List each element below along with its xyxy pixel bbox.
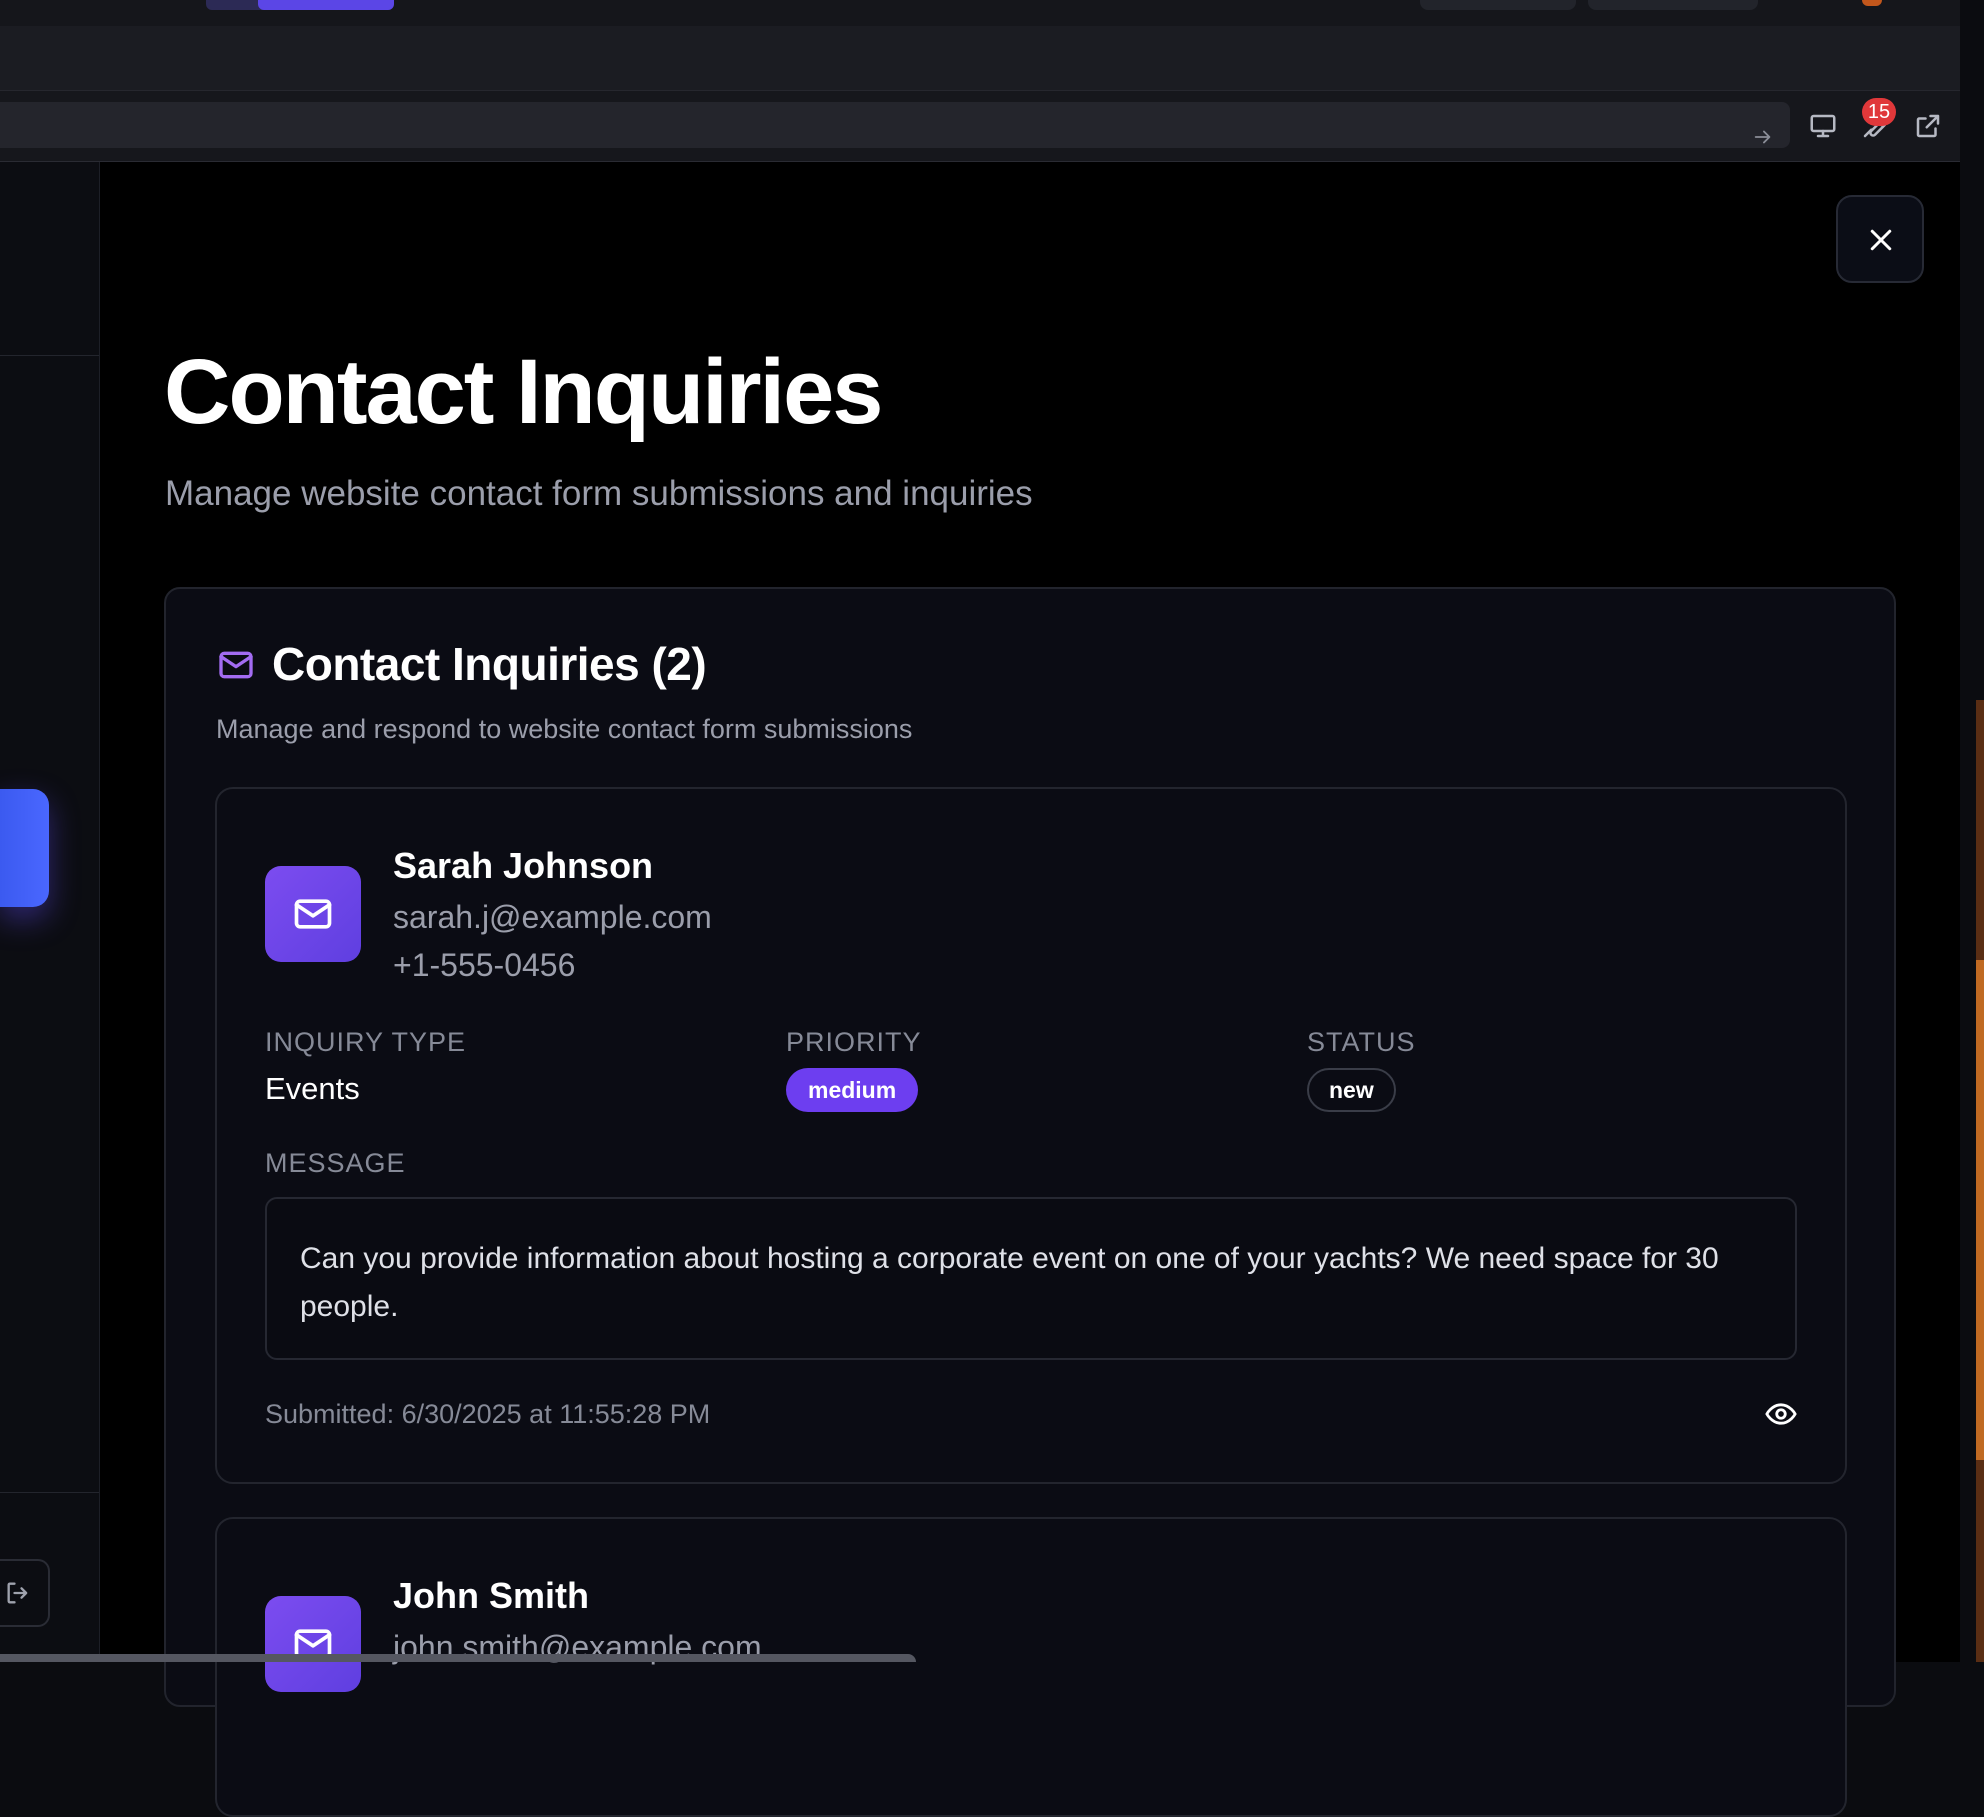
arrow-right-icon[interactable] — [1752, 126, 1774, 148]
status-label: STATUS — [1307, 1027, 1416, 1057]
inquiry-name: Sarah Johnson — [393, 845, 654, 886]
page-subtitle: Manage website contact form submissions … — [165, 474, 1033, 513]
card-subtitle: Manage and respond to website contact fo… — [216, 714, 913, 744]
sidebar-active-item[interactable] — [0, 789, 49, 907]
page-title: Contact Inquiries — [164, 341, 883, 443]
sidebar-divider — [0, 1492, 99, 1493]
inquiry-avatar — [265, 866, 361, 962]
submitted-timestamp: Submitted: 6/30/2025 at 11:55:28 PM — [265, 1399, 711, 1429]
address-bar-row: 15 — [0, 91, 1960, 162]
mail-icon — [294, 899, 332, 929]
inquiries-card: Contact Inquiries (2) Manage and respond… — [164, 587, 1896, 1817]
logout-button[interactable] — [0, 1559, 50, 1627]
status-badge[interactable]: new — [1307, 1068, 1396, 1112]
notification-badge: 15 — [1862, 98, 1896, 126]
external-link-icon[interactable] — [1913, 111, 1943, 141]
close-icon — [1870, 229, 1892, 251]
browser-top-strip — [0, 0, 1984, 26]
message-label: MESSAGE — [265, 1148, 406, 1178]
sidebar — [0, 162, 101, 1662]
browser-tab-active[interactable] — [258, 0, 394, 10]
view-icon[interactable] — [1764, 1397, 1798, 1431]
priority-badge: medium — [786, 1068, 919, 1112]
inquiry-avatar — [265, 1596, 361, 1692]
background-window-edge — [1976, 960, 1984, 1460]
inquiry-type-label: INQUIRY TYPE — [265, 1027, 467, 1057]
close-button[interactable] — [1836, 195, 1924, 283]
browser-top-button[interactable] — [1420, 0, 1576, 10]
priority-label: PRIORITY — [786, 1027, 922, 1057]
mail-icon — [219, 651, 253, 679]
browser-toolbar — [0, 26, 1960, 91]
monitor-icon[interactable] — [1808, 111, 1838, 141]
inquiry-type-value: Events — [265, 1071, 360, 1106]
inquiry-name: John Smith — [393, 1575, 589, 1616]
sidebar-divider — [0, 355, 99, 356]
inquiry-item: John Smith john.smith@example.com — [215, 1517, 1847, 1817]
profile-icon[interactable] — [1862, 0, 1882, 6]
horizontal-scrollbar[interactable] — [0, 1654, 916, 1662]
inquiry-email: sarah.j@example.com — [393, 899, 712, 935]
inquiry-phone: +1-555-0456 — [393, 947, 576, 983]
contact-inquiries-panel: Contact Inquiries Manage website contact… — [100, 162, 1960, 1817]
address-bar[interactable] — [0, 102, 1790, 148]
inquiry-item: Sarah Johnson sarah.j@example.com +1-555… — [215, 787, 1847, 1484]
card-title: Contact Inquiries (2) — [272, 638, 707, 690]
message-box: Can you provide information about hostin… — [265, 1197, 1797, 1360]
browser-top-button[interactable] — [1588, 0, 1758, 10]
logout-icon — [7, 1582, 28, 1604]
message-text: Can you provide information about hostin… — [300, 1242, 1719, 1323]
